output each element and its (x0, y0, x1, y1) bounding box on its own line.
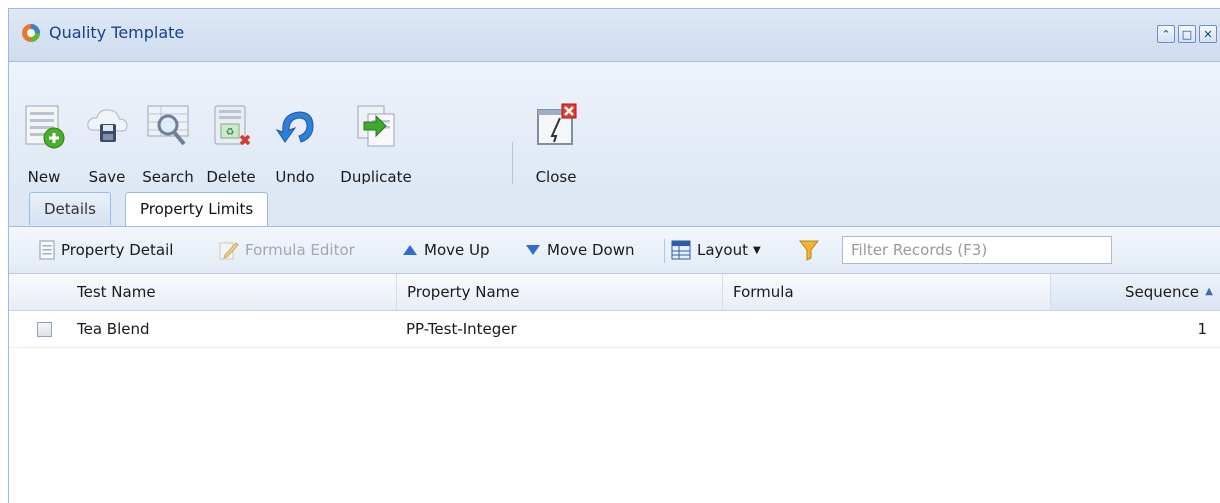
close-button[interactable]: Close (525, 102, 587, 186)
undo-button[interactable]: Undo (264, 102, 326, 186)
header-test-name[interactable]: Test Name (67, 274, 396, 310)
recycle-delete-icon: ♻ (214, 105, 251, 146)
undo-arrow-icon (275, 111, 314, 143)
tab-property-limits[interactable]: Property Limits (125, 192, 269, 226)
cloud-save-icon (87, 109, 128, 142)
quality-template-window: Quality Template ⌃ □ ✕ New Save Search ♻… (8, 8, 1220, 503)
new-button[interactable]: New (13, 102, 75, 186)
close-window-app-icon (537, 103, 577, 145)
main-toolbar: New Save Search ♻ Delete Undo Duplicate … (9, 62, 1220, 216)
filter-records-input[interactable]: Filter Records (F3) (842, 236, 1112, 264)
header-formula[interactable]: Formula (722, 274, 1050, 310)
new-document-icon (25, 105, 65, 149)
row-checkbox[interactable] (37, 322, 52, 337)
move-down-label: Move Down (547, 241, 635, 259)
formula-editor-button[interactable]: Formula Editor (219, 239, 355, 261)
grid-toolbar-separator (664, 239, 665, 263)
triangle-down-icon (526, 245, 540, 255)
header-checkbox-column (9, 274, 67, 310)
save-button[interactable]: Save (76, 102, 138, 186)
header-sequence-label: Sequence (1125, 283, 1199, 301)
tab-strip: Details Property Limits (9, 184, 1220, 227)
formula-editor-label: Formula Editor (245, 241, 355, 259)
cell-test-name: Tea Blend (77, 320, 150, 338)
triangle-up-icon (403, 245, 417, 255)
header-sequence[interactable]: Sequence ▲ (1050, 274, 1220, 310)
title-bar: Quality Template ⌃ □ ✕ (9, 9, 1220, 62)
table-row[interactable]: Tea Blend PP-Test-Integer 1 (9, 311, 1220, 348)
duplicate-icon (357, 105, 395, 147)
header-property-name[interactable]: Property Name (396, 274, 722, 310)
grid-header: Test Name Property Name Formula Sequence… (9, 274, 1220, 311)
move-up-label: Move Up (424, 241, 490, 259)
filter-toggle-button[interactable] (799, 239, 819, 261)
top-strip (0, 0, 1220, 8)
search-button[interactable]: Search (137, 102, 199, 186)
svg-text:♻: ♻ (226, 127, 235, 138)
delete-button[interactable]: ♻ Delete (200, 102, 262, 186)
search-table-icon (147, 105, 189, 146)
window-tools: ⌃ □ ✕ (1157, 25, 1217, 43)
move-down-button[interactable]: Move Down (525, 239, 635, 261)
tab-details[interactable]: Details (29, 192, 112, 225)
layout-label: Layout (697, 241, 748, 259)
cell-sequence: 1 (1197, 320, 1207, 338)
document-icon (39, 240, 55, 260)
maximize-icon[interactable]: □ (1178, 25, 1196, 43)
layout-menu-button[interactable]: Layout ▼ (671, 239, 761, 261)
property-detail-button[interactable]: Property Detail (39, 239, 173, 261)
duplicate-button[interactable]: Duplicate (329, 102, 423, 186)
collapse-icon[interactable]: ⌃ (1157, 25, 1175, 43)
grid-toolbar: Property Detail Formula Editor Move Up M… (9, 227, 1220, 274)
move-up-button[interactable]: Move Up (402, 239, 490, 261)
app-logo-icon (22, 24, 40, 42)
funnel-filter-icon (799, 240, 819, 261)
grid-layout-icon (671, 240, 691, 260)
dropdown-arrow-icon: ▼ (753, 244, 761, 256)
cell-property-name: PP-Test-Integer (406, 320, 517, 338)
sort-ascending-icon: ▲ (1205, 286, 1213, 297)
close-window-icon[interactable]: ✕ (1199, 25, 1217, 43)
property-detail-label: Property Detail (61, 241, 174, 259)
pencil-edit-icon (219, 242, 239, 260)
window-title: Quality Template (49, 23, 185, 42)
